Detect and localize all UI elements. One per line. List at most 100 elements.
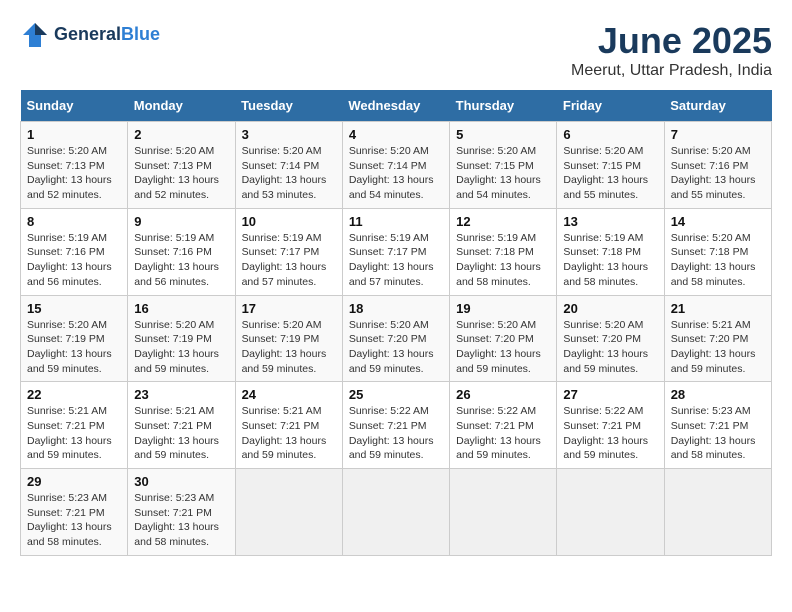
calendar-cell: [450, 469, 557, 556]
day-number: 16: [134, 301, 228, 316]
day-info: Sunrise: 5:19 AM Sunset: 7:16 PM Dayligh…: [27, 231, 121, 290]
day-info: Sunrise: 5:21 AM Sunset: 7:20 PM Dayligh…: [671, 318, 765, 377]
calendar-cell: 10 Sunrise: 5:19 AM Sunset: 7:17 PM Dayli…: [235, 208, 342, 295]
calendar-week-2: 8 Sunrise: 5:19 AM Sunset: 7:16 PM Daylig…: [21, 208, 772, 295]
weekday-header-friday: Friday: [557, 90, 664, 122]
day-info: Sunrise: 5:21 AM Sunset: 7:21 PM Dayligh…: [27, 404, 121, 463]
day-info: Sunrise: 5:20 AM Sunset: 7:16 PM Dayligh…: [671, 144, 765, 203]
day-number: 24: [242, 387, 336, 402]
day-info: Sunrise: 5:21 AM Sunset: 7:21 PM Dayligh…: [134, 404, 228, 463]
day-number: 20: [563, 301, 657, 316]
calendar-cell: 23 Sunrise: 5:21 AM Sunset: 7:21 PM Dayli…: [128, 382, 235, 469]
day-info: Sunrise: 5:19 AM Sunset: 7:16 PM Dayligh…: [134, 231, 228, 290]
day-number: 4: [349, 127, 443, 142]
day-number: 7: [671, 127, 765, 142]
calendar-cell: 14 Sunrise: 5:20 AM Sunset: 7:18 PM Dayli…: [664, 208, 771, 295]
day-number: 13: [563, 214, 657, 229]
day-info: Sunrise: 5:20 AM Sunset: 7:20 PM Dayligh…: [456, 318, 550, 377]
day-number: 2: [134, 127, 228, 142]
calendar-cell: 4 Sunrise: 5:20 AM Sunset: 7:14 PM Daylig…: [342, 122, 449, 209]
logo-text-line1: GeneralBlue: [54, 25, 160, 45]
day-info: Sunrise: 5:19 AM Sunset: 7:18 PM Dayligh…: [563, 231, 657, 290]
day-number: 17: [242, 301, 336, 316]
calendar-title-section: June 2025 Meerut, Uttar Pradesh, India: [571, 20, 772, 80]
calendar-cell: 15 Sunrise: 5:20 AM Sunset: 7:19 PM Dayli…: [21, 295, 128, 382]
calendar-cell: 24 Sunrise: 5:21 AM Sunset: 7:21 PM Dayli…: [235, 382, 342, 469]
day-number: 30: [134, 474, 228, 489]
page-header: GeneralBlue June 2025 Meerut, Uttar Prad…: [20, 20, 772, 80]
calendar-cell: 13 Sunrise: 5:19 AM Sunset: 7:18 PM Dayli…: [557, 208, 664, 295]
day-number: 26: [456, 387, 550, 402]
calendar-cell: 27Sunrise: 5:22 AM Sunset: 7:21 PM Dayli…: [557, 382, 664, 469]
day-info: Sunrise: 5:20 AM Sunset: 7:18 PM Dayligh…: [671, 231, 765, 290]
day-number: 18: [349, 301, 443, 316]
day-number: 8: [27, 214, 121, 229]
calendar-cell: 9Sunrise: 5:19 AM Sunset: 7:16 PM Daylig…: [128, 208, 235, 295]
logo: GeneralBlue: [20, 20, 160, 50]
weekday-header-tuesday: Tuesday: [235, 90, 342, 122]
day-number: 27: [563, 387, 657, 402]
calendar-cell: 2 Sunrise: 5:20 AM Sunset: 7:13 PM Daylig…: [128, 122, 235, 209]
calendar-cell: 29 Sunrise: 5:23 AM Sunset: 7:21 PM Dayli…: [21, 469, 128, 556]
calendar-cell: [664, 469, 771, 556]
calendar-header-row: SundayMondayTuesdayWednesdayThursdayFrid…: [21, 90, 772, 122]
calendar-cell: 26 Sunrise: 5:22 AM Sunset: 7:21 PM Dayli…: [450, 382, 557, 469]
day-number: 25: [349, 387, 443, 402]
day-number: 6: [563, 127, 657, 142]
day-number: 28: [671, 387, 765, 402]
calendar-week-3: 15 Sunrise: 5:20 AM Sunset: 7:19 PM Dayli…: [21, 295, 772, 382]
calendar-cell: 6Sunrise: 5:20 AM Sunset: 7:15 PM Daylig…: [557, 122, 664, 209]
calendar-cell: 19Sunrise: 5:20 AM Sunset: 7:20 PM Dayli…: [450, 295, 557, 382]
calendar-cell: 28Sunrise: 5:23 AM Sunset: 7:21 PM Dayli…: [664, 382, 771, 469]
calendar-cell: 20Sunrise: 5:20 AM Sunset: 7:20 PM Dayli…: [557, 295, 664, 382]
day-info: Sunrise: 5:19 AM Sunset: 7:18 PM Dayligh…: [456, 231, 550, 290]
calendar-cell: 1 Sunrise: 5:20 AM Sunset: 7:13 PM Daylig…: [21, 122, 128, 209]
day-info: Sunrise: 5:20 AM Sunset: 7:19 PM Dayligh…: [242, 318, 336, 377]
weekday-header-saturday: Saturday: [664, 90, 771, 122]
calendar-cell: 8 Sunrise: 5:19 AM Sunset: 7:16 PM Daylig…: [21, 208, 128, 295]
calendar-cell: 3Sunrise: 5:20 AM Sunset: 7:14 PM Daylig…: [235, 122, 342, 209]
day-number: 23: [134, 387, 228, 402]
day-number: 1: [27, 127, 121, 142]
day-number: 12: [456, 214, 550, 229]
day-number: 29: [27, 474, 121, 489]
day-info: Sunrise: 5:20 AM Sunset: 7:20 PM Dayligh…: [349, 318, 443, 377]
day-info: Sunrise: 5:23 AM Sunset: 7:21 PM Dayligh…: [27, 491, 121, 550]
day-info: Sunrise: 5:22 AM Sunset: 7:21 PM Dayligh…: [456, 404, 550, 463]
day-number: 21: [671, 301, 765, 316]
day-info: Sunrise: 5:21 AM Sunset: 7:21 PM Dayligh…: [242, 404, 336, 463]
day-info: Sunrise: 5:20 AM Sunset: 7:14 PM Dayligh…: [349, 144, 443, 203]
day-info: Sunrise: 5:20 AM Sunset: 7:19 PM Dayligh…: [27, 318, 121, 377]
weekday-header-sunday: Sunday: [21, 90, 128, 122]
calendar-title: June 2025: [571, 20, 772, 62]
day-info: Sunrise: 5:20 AM Sunset: 7:14 PM Dayligh…: [242, 144, 336, 203]
calendar-cell: 7 Sunrise: 5:20 AM Sunset: 7:16 PM Daylig…: [664, 122, 771, 209]
calendar-week-4: 22Sunrise: 5:21 AM Sunset: 7:21 PM Dayli…: [21, 382, 772, 469]
day-info: Sunrise: 5:19 AM Sunset: 7:17 PM Dayligh…: [242, 231, 336, 290]
day-info: Sunrise: 5:19 AM Sunset: 7:17 PM Dayligh…: [349, 231, 443, 290]
day-number: 11: [349, 214, 443, 229]
day-info: Sunrise: 5:22 AM Sunset: 7:21 PM Dayligh…: [349, 404, 443, 463]
day-number: 14: [671, 214, 765, 229]
calendar-cell: [342, 469, 449, 556]
calendar-cell: 22Sunrise: 5:21 AM Sunset: 7:21 PM Dayli…: [21, 382, 128, 469]
day-number: 10: [242, 214, 336, 229]
day-info: Sunrise: 5:20 AM Sunset: 7:13 PM Dayligh…: [27, 144, 121, 203]
calendar-cell: 21 Sunrise: 5:21 AM Sunset: 7:20 PM Dayli…: [664, 295, 771, 382]
calendar-cell: [557, 469, 664, 556]
day-info: Sunrise: 5:20 AM Sunset: 7:19 PM Dayligh…: [134, 318, 228, 377]
weekday-header-wednesday: Wednesday: [342, 90, 449, 122]
logo-icon: [20, 20, 50, 50]
calendar-cell: 11 Sunrise: 5:19 AM Sunset: 7:17 PM Dayli…: [342, 208, 449, 295]
calendar-cell: 5Sunrise: 5:20 AM Sunset: 7:15 PM Daylig…: [450, 122, 557, 209]
calendar-week-1: 1 Sunrise: 5:20 AM Sunset: 7:13 PM Daylig…: [21, 122, 772, 209]
calendar-subtitle: Meerut, Uttar Pradesh, India: [571, 62, 772, 80]
day-info: Sunrise: 5:23 AM Sunset: 7:21 PM Dayligh…: [134, 491, 228, 550]
day-info: Sunrise: 5:20 AM Sunset: 7:13 PM Dayligh…: [134, 144, 228, 203]
calendar-cell: 12 Sunrise: 5:19 AM Sunset: 7:18 PM Dayli…: [450, 208, 557, 295]
day-number: 5: [456, 127, 550, 142]
day-number: 15: [27, 301, 121, 316]
calendar-cell: 30 Sunrise: 5:23 AM Sunset: 7:21 PM Dayli…: [128, 469, 235, 556]
calendar-week-5: 29 Sunrise: 5:23 AM Sunset: 7:21 PM Dayli…: [21, 469, 772, 556]
logo-blue: Blue: [121, 24, 160, 44]
